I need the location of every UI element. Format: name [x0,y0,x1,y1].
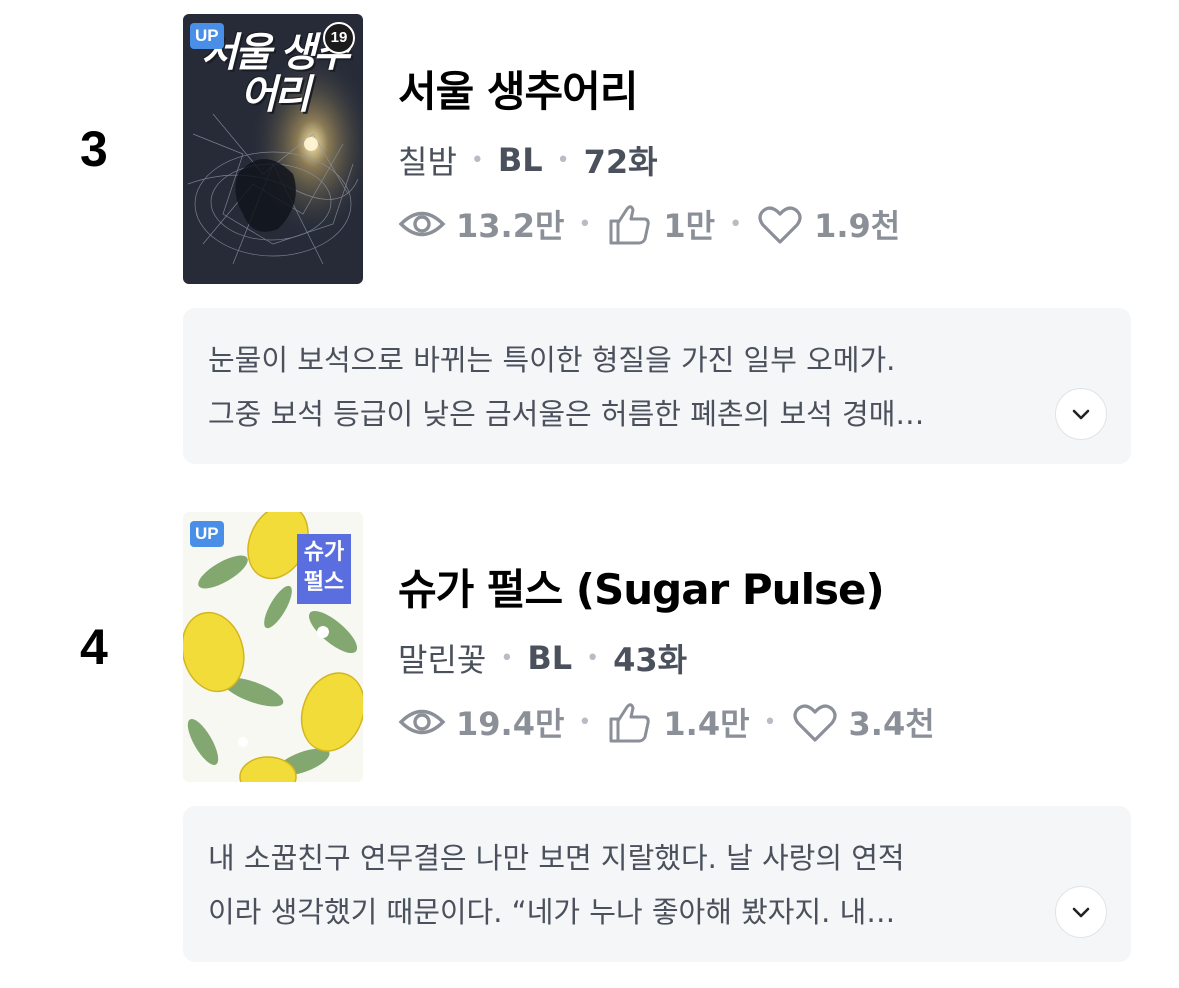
author-name[interactable]: 말린꽃 [398,635,486,681]
webtoon-title[interactable]: 슈가 펄스 (Sugar Pulse) [398,556,885,617]
heart-icon [756,201,804,247]
synopsis-line: 이라 생각했기 때문이다. “네가 누나 좋아해 봤자지. 내… [208,895,896,929]
rank-number: 3 [80,121,108,177]
separator-dot: • [578,709,592,735]
expand-synopsis-button[interactable] [1055,886,1107,938]
meta-row: 말린꽃 • BL • 43화 [398,635,687,681]
separator-dot: • [586,645,600,671]
synopsis-line: 눈물이 보석으로 바뀌는 특이한 형질을 가진 일부 오메가. [208,343,896,377]
like-count: 1만 [663,207,716,245]
genre-label: BL [527,639,573,677]
separator-dot: • [578,211,592,237]
episode-count: 72화 [583,143,658,181]
episode-count: 43화 [613,641,688,679]
thumbs-up-icon [605,699,653,745]
separator-dot: • [500,645,514,671]
rank-number: 4 [80,619,108,675]
webtoon-title[interactable]: 서울 생추어리 [398,58,638,119]
cover-thumbnail[interactable]: 서울 생추어리 UP 19 [183,14,363,284]
stats-row: 13.2만 • 1만 • 1.9천 [398,201,900,247]
view-count: 13.2만 [456,207,565,245]
synopsis-box: 내 소꿉친구 연무결은 나만 보면 지랄했다. 날 사랑의 연적 이라 생각했기… [183,806,1131,962]
up-badge: UP [190,521,224,547]
age-rating-badge: 19 [323,22,355,54]
favorite-count: 1.9천 [814,207,901,245]
up-badge: UP [190,23,224,49]
separator-dot: • [470,147,484,173]
stats-row: 19.4만 • 1.4만 • 3.4천 [398,699,935,745]
meta-row: 칠밤 • BL • 72화 [398,137,658,183]
eye-icon [398,699,446,745]
separator-dot: • [763,709,777,735]
heart-icon [791,699,839,745]
thumbs-up-icon [605,201,653,247]
separator-dot: • [556,147,570,173]
cover-thumbnail[interactable]: 슈가 펄스 UP [183,512,363,782]
cover-title-art: 슈가 펄스 [297,534,351,604]
synopsis-box: 눈물이 보석으로 바뀌는 특이한 형질을 가진 일부 오메가. 그중 보석 등급… [183,308,1131,464]
genre-label: BL [497,141,543,179]
expand-synopsis-button[interactable] [1055,388,1107,440]
synopsis-line: 내 소꿉친구 연무결은 나만 보면 지랄했다. 날 사랑의 연적 [208,841,905,875]
eye-icon [398,201,446,247]
chevron-down-icon [1072,409,1090,420]
like-count: 1.4만 [663,705,750,743]
favorite-count: 3.4천 [848,705,935,743]
chevron-down-icon [1072,907,1090,918]
author-name[interactable]: 칠밤 [398,137,457,183]
synopsis-line: 그중 보석 등급이 낮은 금서울은 허름한 폐촌의 보석 경매… [208,397,925,431]
view-count: 19.4만 [456,705,565,743]
separator-dot: • [729,211,743,237]
